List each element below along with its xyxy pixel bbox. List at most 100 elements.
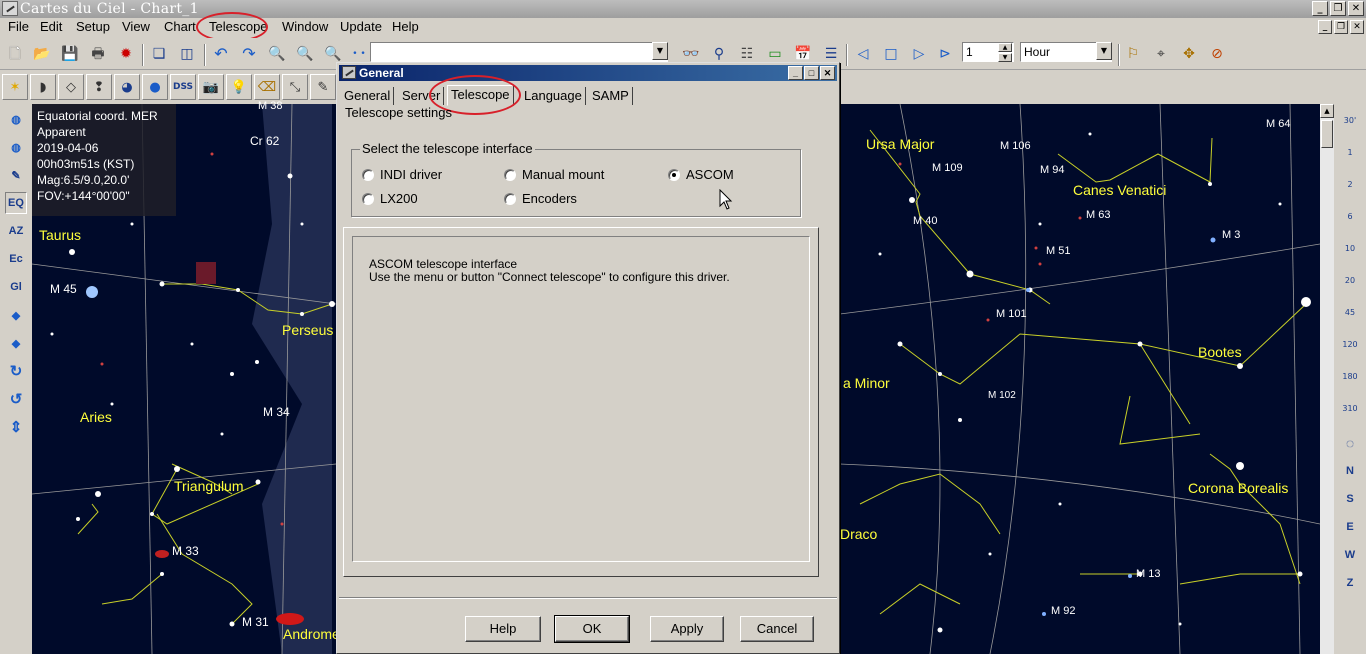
- dialog-close-button[interactable]: ✕: [820, 66, 835, 80]
- radio-encoders[interactable]: Encoders: [504, 191, 577, 206]
- radio-ascom[interactable]: ASCOM: [668, 167, 734, 182]
- radio-button-selected-icon[interactable]: [668, 168, 680, 181]
- planet-icon[interactable]: ◕: [114, 74, 140, 100]
- fov-10-button[interactable]: 10: [1334, 244, 1366, 253]
- step-forward-icon[interactable]: ▷: [908, 43, 930, 65]
- search-input[interactable]: [370, 42, 668, 62]
- zoom-in-icon[interactable]: 🔍: [266, 43, 288, 65]
- save-icon[interactable]: 💾: [59, 43, 81, 65]
- tab-samp[interactable]: SAMP: [589, 87, 633, 105]
- close-button[interactable]: ✕: [1348, 1, 1364, 16]
- menu-update[interactable]: Update: [340, 18, 382, 38]
- rotate-right-icon[interactable]: ↻: [5, 360, 27, 382]
- fov-120-button[interactable]: 120: [1334, 340, 1366, 349]
- fov-6-button[interactable]: 6: [1334, 212, 1366, 221]
- radio-button-icon[interactable]: [362, 168, 374, 181]
- light-bulb-icon[interactable]: 💡: [226, 74, 252, 100]
- fast-forward-icon[interactable]: ⊳: [934, 43, 956, 65]
- fov-30min-button[interactable]: 30': [1334, 116, 1366, 125]
- zenith-button[interactable]: Z: [1340, 574, 1360, 592]
- time-unit-dropdown-arrow-icon[interactable]: ▼: [1096, 42, 1112, 60]
- tab-telescope[interactable]: Telescope: [447, 85, 514, 106]
- fov-310-button[interactable]: 310: [1334, 404, 1366, 413]
- fov-180-button[interactable]: 180: [1334, 372, 1366, 381]
- dialog-minimize-button[interactable]: _: [788, 66, 803, 80]
- abort-slew-icon[interactable]: ⊘: [1206, 43, 1228, 65]
- menu-file[interactable]: File: [8, 18, 29, 38]
- fov-20-button[interactable]: 20: [1334, 276, 1366, 285]
- fov-45-button[interactable]: 45: [1334, 308, 1366, 317]
- crosshair-icon[interactable]: ⌖: [1150, 43, 1172, 65]
- eraser-icon[interactable]: ⌫: [254, 74, 280, 100]
- menu-view[interactable]: View: [122, 18, 150, 38]
- compass-icon[interactable]: ◌: [1340, 434, 1360, 452]
- menu-chart[interactable]: Chart: [164, 18, 196, 38]
- north-button[interactable]: N: [1340, 462, 1360, 480]
- telescope-icon[interactable]: ⚐: [1122, 43, 1144, 65]
- tab-general[interactable]: General: [341, 87, 395, 105]
- radio-button-icon[interactable]: [504, 192, 516, 205]
- open-folder-icon[interactable]: 📂: [31, 43, 53, 65]
- asteroid-icon[interactable]: ●: [142, 74, 168, 100]
- rotate-left-icon[interactable]: ↺: [5, 388, 27, 410]
- east-button[interactable]: E: [1340, 518, 1360, 536]
- apply-button[interactable]: Apply: [650, 616, 724, 642]
- tab-server[interactable]: Server: [399, 87, 445, 105]
- lines-icon[interactable]: ◇: [58, 74, 84, 100]
- search-dropdown-arrow-icon[interactable]: ▼: [652, 42, 668, 60]
- menu-help[interactable]: Help: [392, 18, 419, 38]
- redo-icon[interactable]: ↷: [238, 43, 260, 65]
- dialog-maximize-button[interactable]: □: [804, 66, 819, 80]
- scrollbar-thumb[interactable]: [1321, 120, 1333, 148]
- measure-icon[interactable]: ⤡: [282, 74, 308, 100]
- restore-button[interactable]: ❐: [1330, 1, 1346, 16]
- step-back-icon[interactable]: ◁: [852, 43, 874, 65]
- flip-horizontal-icon[interactable]: ◆: [5, 304, 27, 326]
- nebula-icon[interactable]: ◗: [30, 74, 56, 100]
- new-file-icon[interactable]: 🗋: [4, 43, 26, 65]
- tile-window-icon[interactable]: ◫: [176, 43, 198, 65]
- globe-icon[interactable]: ◍: [5, 108, 27, 130]
- dss-button[interactable]: DSS: [170, 74, 196, 100]
- minimize-button[interactable]: _: [1312, 1, 1328, 16]
- menu-telescope[interactable]: Telescope: [209, 18, 268, 38]
- zoom-out-icon[interactable]: 🔍: [294, 43, 316, 65]
- mdi-close-button[interactable]: ✕: [1350, 20, 1364, 34]
- radio-indi-driver[interactable]: INDI driver: [362, 167, 442, 182]
- scroll-up-icon[interactable]: ▲: [1320, 104, 1334, 118]
- print-icon[interactable]: 🖶: [87, 43, 109, 65]
- flip-vertical-icon[interactable]: ◆: [5, 332, 27, 354]
- help-button[interactable]: Help: [465, 616, 541, 642]
- radio-manual-mount[interactable]: Manual mount: [504, 167, 604, 182]
- mdi-restore-button[interactable]: ❐: [1334, 20, 1348, 34]
- menu-setup[interactable]: Setup: [76, 18, 110, 38]
- fov-2-button[interactable]: 2: [1334, 180, 1366, 189]
- galactic-mode-button[interactable]: Gl: [5, 276, 27, 298]
- notes-icon[interactable]: ✎: [5, 164, 27, 186]
- stars-icon[interactable]: ✶: [2, 74, 28, 100]
- vertical-arrows-icon[interactable]: ⇕: [5, 416, 27, 438]
- menu-edit[interactable]: Edit: [40, 18, 62, 38]
- equatorial-mode-button[interactable]: EQ: [5, 192, 27, 214]
- ok-button[interactable]: OK: [554, 615, 630, 643]
- tab-language[interactable]: Language: [521, 87, 586, 105]
- milky-way-icon[interactable]: ❢: [86, 74, 112, 100]
- radio-lx200[interactable]: LX200: [362, 191, 418, 206]
- radio-button-icon[interactable]: [362, 192, 374, 205]
- menu-window[interactable]: Window: [282, 18, 328, 38]
- step-down-icon[interactable]: ▼: [998, 53, 1012, 62]
- cancel-button[interactable]: Cancel: [740, 616, 814, 642]
- cascade-window-icon[interactable]: ❏: [148, 43, 170, 65]
- pencil-icon[interactable]: ✎: [310, 74, 336, 100]
- camera-icon[interactable]: 📷: [198, 74, 224, 100]
- step-up-icon[interactable]: ▲: [998, 43, 1012, 52]
- mdi-minimize-button[interactable]: _: [1318, 20, 1332, 34]
- ecliptic-mode-button[interactable]: Ec: [5, 248, 27, 270]
- west-button[interactable]: W: [1340, 546, 1360, 564]
- refresh-globe-icon[interactable]: ◍: [5, 136, 27, 158]
- stop-icon[interactable]: □: [880, 43, 902, 65]
- radio-button-icon[interactable]: [504, 168, 516, 181]
- gear-icon[interactable]: ✹: [115, 43, 137, 65]
- fov-1-button[interactable]: 1: [1334, 148, 1366, 157]
- chart-vertical-scrollbar[interactable]: ▲: [1320, 104, 1334, 654]
